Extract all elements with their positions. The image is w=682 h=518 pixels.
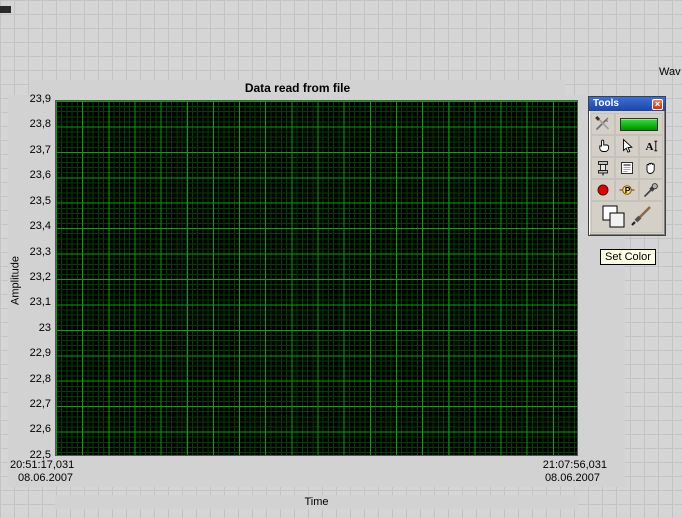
probe-icon: P bbox=[619, 182, 635, 198]
screen-artifact bbox=[0, 6, 11, 13]
tool-edit-text[interactable]: A bbox=[639, 135, 663, 157]
y-tick: 22,6 bbox=[29, 423, 51, 436]
wire-spool-icon bbox=[595, 160, 611, 176]
tools-grid: A P bbox=[589, 111, 665, 235]
x-axis-end-time: 21:07:56,031 bbox=[542, 459, 607, 471]
y-tick: 23 bbox=[38, 321, 51, 334]
y-tick: 22,9 bbox=[29, 347, 51, 360]
x-axis-label: Time bbox=[55, 495, 578, 509]
edit-a-glyph: A bbox=[646, 141, 654, 153]
menu-icon bbox=[619, 160, 635, 176]
y-tick: 23,8 bbox=[29, 118, 51, 131]
tool-breakpoint[interactable] bbox=[591, 179, 615, 201]
labview-front-panel: Wav Data read from file 23,9 23,8 23,7 2… bbox=[0, 0, 682, 518]
y-tick: 23,2 bbox=[29, 270, 51, 283]
pointing-hand-icon bbox=[595, 138, 611, 154]
tool-set-color[interactable] bbox=[591, 201, 663, 233]
y-axis-ticks: 23,9 23,8 23,7 23,6 23,5 23,4 23,3 23,2 … bbox=[0, 93, 51, 462]
y-tick: 23,3 bbox=[29, 245, 51, 258]
y-tick: 22,8 bbox=[29, 372, 51, 385]
hand-icon bbox=[643, 160, 659, 176]
tool-automatic-selection[interactable] bbox=[591, 113, 615, 135]
tool-position-select[interactable] bbox=[615, 135, 639, 157]
red-circle-icon bbox=[595, 182, 611, 198]
probe-p-glyph: P bbox=[625, 185, 631, 195]
y-tick: 23,4 bbox=[29, 220, 51, 233]
x-axis-start-date: 08.06.2007 bbox=[18, 472, 74, 484]
tool-probe[interactable]: P bbox=[615, 179, 639, 201]
y-tick: 23,9 bbox=[29, 93, 51, 105]
tools-palette-titlebar[interactable]: Tools × bbox=[589, 97, 665, 111]
set-color-tooltip: Set Color bbox=[600, 249, 656, 265]
chart-plot-area[interactable] bbox=[55, 100, 578, 456]
wrench-screwdriver-icon bbox=[594, 116, 612, 132]
tool-shortcut-menu[interactable] bbox=[615, 157, 639, 179]
chart-title: Data read from file bbox=[30, 80, 565, 96]
tools-palette: Tools × A P bbox=[588, 96, 666, 236]
tool-connect-wire[interactable] bbox=[591, 157, 615, 179]
tools-palette-title: Tools bbox=[593, 98, 619, 109]
x-axis-start-time: 20:51:17,031 bbox=[10, 459, 75, 471]
eyedropper-icon bbox=[643, 182, 659, 198]
x-axis-end-date: 08.06.2007 bbox=[544, 472, 600, 484]
y-tick: 23,1 bbox=[29, 296, 51, 309]
tool-operate-value[interactable] bbox=[591, 135, 615, 157]
y-axis-label: Amplitude bbox=[9, 256, 22, 305]
arrow-cursor-icon bbox=[619, 138, 635, 154]
text-edit-icon: A bbox=[643, 138, 659, 154]
close-button[interactable]: × bbox=[652, 98, 663, 110]
close-icon: × bbox=[654, 98, 661, 109]
tool-auto-select-led[interactable] bbox=[615, 113, 663, 135]
y-tick: 23,5 bbox=[29, 194, 51, 207]
tool-get-color[interactable] bbox=[639, 179, 663, 201]
green-led-icon bbox=[620, 117, 658, 131]
partial-control-label: Wav bbox=[659, 66, 681, 78]
tool-scroll-window[interactable] bbox=[639, 157, 663, 179]
y-tick: 23,7 bbox=[29, 143, 51, 156]
y-tick: 22,7 bbox=[29, 398, 51, 411]
color-squares-brush-icon bbox=[598, 203, 656, 231]
y-tick: 23,6 bbox=[29, 169, 51, 182]
